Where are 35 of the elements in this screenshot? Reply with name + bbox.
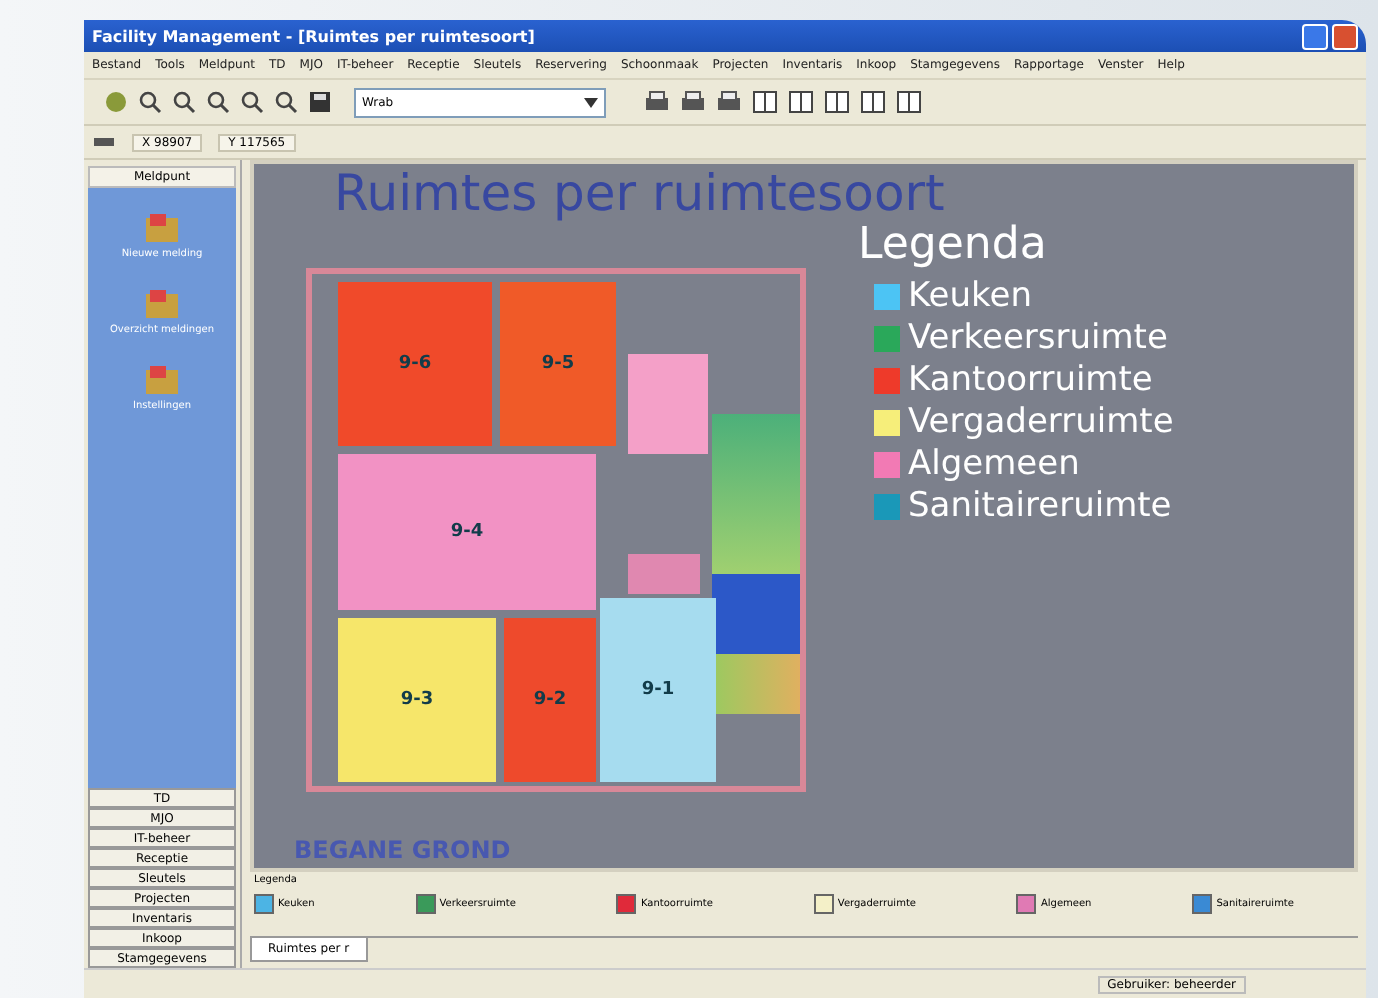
window-layout-icon[interactable] <box>752 90 778 114</box>
zoom-icon[interactable] <box>274 90 298 114</box>
window-title: Facility Management - [Ruimtes per ruimtesoort] <box>92 27 535 45</box>
printer-icon[interactable] <box>680 90 706 114</box>
room-label: 9-2 <box>533 690 567 710</box>
zoom-icon[interactable] <box>240 90 264 114</box>
drawing-title: Ruimtes per ruimtesoort <box>334 164 945 222</box>
printer-icon[interactable] <box>644 90 670 114</box>
close-button[interactable] <box>1332 23 1358 49</box>
room-label: 9-6 <box>398 354 432 374</box>
legend-label: Keuken <box>908 276 1033 318</box>
room-label: 9-5 <box>541 354 575 374</box>
window-layout-icon[interactable] <box>860 90 886 114</box>
room-area <box>628 354 708 454</box>
zoom-icon[interactable] <box>172 90 196 114</box>
room-area <box>628 554 700 594</box>
ruler-icon[interactable] <box>92 132 116 152</box>
room-label: 9-1 <box>641 680 675 700</box>
legend-label: Sanitaireruimte <box>908 486 1172 528</box>
legend-label: Kantoorruimte <box>908 360 1153 402</box>
save-icon[interactable] <box>308 90 332 114</box>
room-label: 9-3 <box>400 690 434 710</box>
legend-label: Vergaderruimte <box>908 402 1174 444</box>
zoom-icon[interactable] <box>138 90 162 114</box>
legend-label: Verkeersruimte <box>908 318 1168 360</box>
window-layout-icon[interactable] <box>824 90 850 114</box>
minimize-button[interactable] <box>1302 23 1328 49</box>
room-label: 9-4 <box>450 522 484 542</box>
legend-title: Legenda <box>858 224 1049 266</box>
zoom-icon[interactable] <box>206 90 230 114</box>
dropdown-arrow-icon[interactable] <box>584 97 598 107</box>
legend-label: Algemeen <box>908 444 1080 486</box>
window-layout-icon[interactable] <box>896 90 922 114</box>
window-layout-icon[interactable] <box>788 90 814 114</box>
printer-icon[interactable] <box>716 90 742 114</box>
